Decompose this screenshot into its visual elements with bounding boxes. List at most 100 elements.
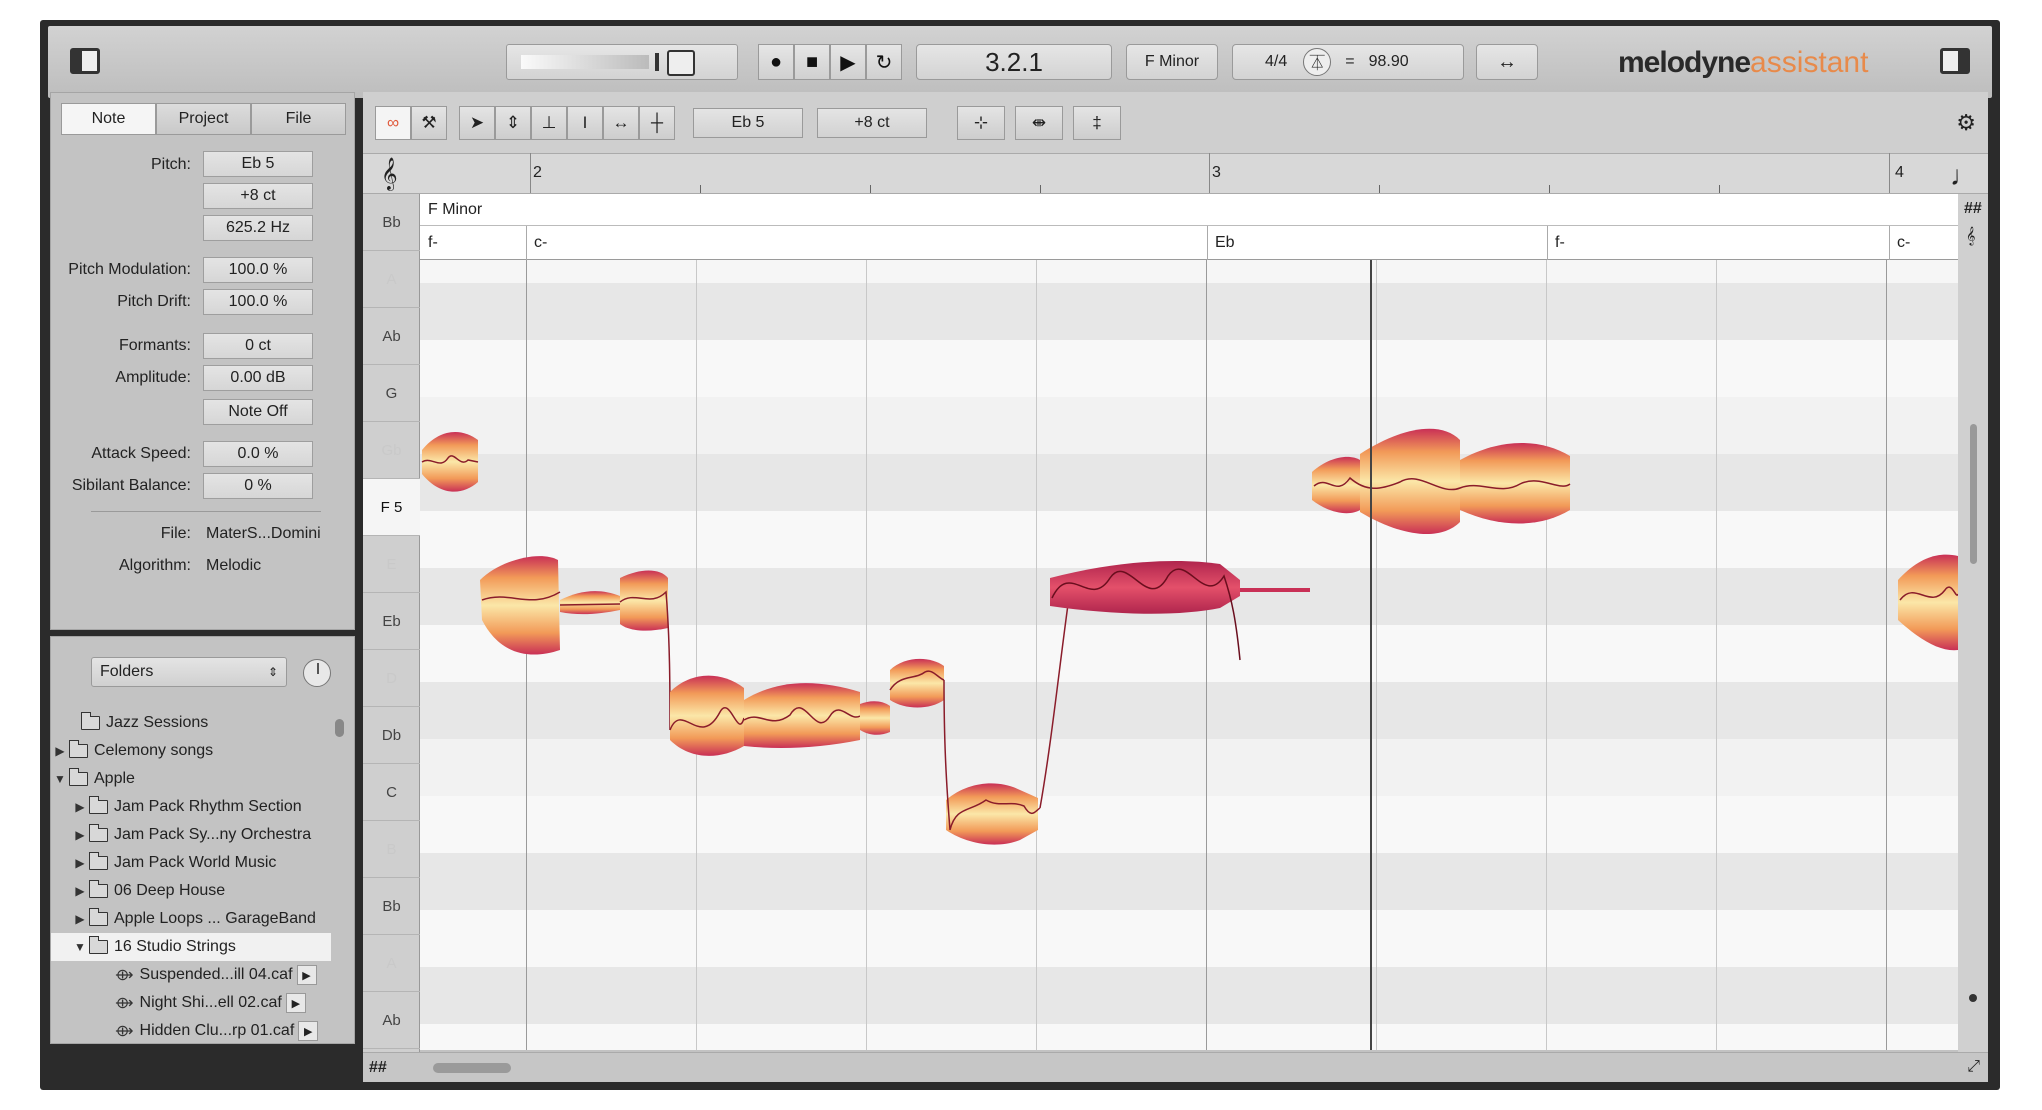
pitch-drift-field[interactable]: 100.0 % [203,289,313,315]
expand-triangle-icon[interactable]: ▶ [53,744,67,758]
chord-label[interactable]: c- [1897,234,1910,252]
key-track[interactable]: F Minor [420,194,1958,226]
playhead[interactable] [1370,260,1372,1050]
formant-tool-icon[interactable]: ⊥ [531,106,567,140]
expand-triangle-icon[interactable]: ▶ [73,912,87,926]
tab-note[interactable]: Note [61,103,156,135]
note-blob[interactable] [669,658,945,756]
note-blob[interactable] [1312,428,1571,535]
note-blob[interactable] [1898,554,1958,651]
treble-clef-icon[interactable]: 𝄞 [381,158,398,191]
collapse-triangle-icon[interactable]: ▼ [73,940,87,954]
scale-snap-icon[interactable]: ## [1964,200,1982,218]
tree-folder[interactable]: ▶ Jam Pack World Music [51,849,331,877]
tree-folder[interactable]: ▶ Celemony songs [51,737,331,765]
folders-select-value: Folders [100,663,154,680]
preview-play-icon[interactable]: ▶ [296,965,317,985]
pitch-ruler[interactable]: Bb A Ab G Gb F 5 E Eb D Db C B Bb A Ab [363,194,420,1052]
tree-folder[interactable]: ▶ 06 Deep House [51,877,331,905]
note-grid[interactable] [420,260,1958,1050]
formants-field[interactable]: 0 ct [203,333,313,359]
record-button[interactable]: ● [758,44,794,80]
grid-snap-icon[interactable]: ## [369,1059,387,1077]
tree-folder[interactable]: Jazz Sessions [51,709,331,737]
note-blob-selected[interactable] [1050,560,1310,661]
leveling-icon[interactable]: ‡ [1073,106,1121,140]
pitch-hz-field[interactable]: 625.2 Hz [203,215,313,241]
folder-icon [88,880,108,898]
tree-folder-selected[interactable]: ▼ 16 Studio Strings [51,933,331,961]
vertical-scrollbar[interactable] [1970,424,1977,564]
timeline-ruler[interactable]: 𝄞 2 3 4 ♩ [363,153,1988,194]
tree-folder[interactable]: ▶ Jam Pack Sy...ny Orchestra [51,821,331,849]
pitch-cents-field[interactable]: +8 ct [203,183,313,209]
tree-folder[interactable]: ▼ Apple [51,765,331,793]
volume-knob-icon[interactable] [303,659,331,687]
metronome-icon[interactable]: ⏄ [1303,48,1332,76]
main-tool-icon[interactable]: ∞ [375,106,411,140]
attack-speed-field[interactable]: 0.0 % [203,441,313,467]
separation-tool-icon[interactable]: ┼ [639,106,675,140]
pitch-tool-icon[interactable]: ⇕ [495,106,531,140]
chord-label[interactable]: f- [1555,234,1565,252]
left-panel-toggle-icon[interactable] [70,48,100,74]
preview-play-icon[interactable]: ▶ [285,993,306,1013]
zoom-handle[interactable] [1969,994,1977,1002]
tree-file[interactable]: ⟴ Suspended...ill 04.caf ▶ [51,961,331,989]
expand-triangle-icon[interactable]: ▶ [73,884,87,898]
settings-gear-icon[interactable]: ⚙ [1956,110,1976,136]
note-blob[interactable] [943,589,1071,845]
volume-slider-handle[interactable] [655,53,659,71]
note-pitch-field[interactable]: Eb 5 [693,108,803,138]
preview-play-icon[interactable]: ▶ [298,1021,319,1041]
tuning-icon[interactable]: 𝄞 [1966,228,1975,246]
chord-label[interactable]: f- [428,234,438,252]
tree-label: Night Shi...ell 02.caf [139,994,282,1011]
tree-file[interactable]: ⟴ Night Shi...ell 02.caf ▶ [51,989,331,1017]
expand-triangle-icon[interactable]: ▶ [73,828,87,842]
note-off-button[interactable]: Note Off [203,399,313,425]
loop-button[interactable]: ↻ [866,44,902,80]
amplitude-field[interactable]: 0.00 dB [203,365,313,391]
folders-select[interactable]: Folders ⇕ [91,657,287,687]
right-panel-toggle-icon[interactable] [1940,48,1970,74]
position-display[interactable]: 3.2.1 [916,44,1112,80]
horizontal-scroll-bar: ## ⤢ [363,1052,1988,1082]
monitor-icon[interactable] [667,50,695,76]
horizontal-scrollbar-thumb[interactable] [433,1063,511,1073]
play-button[interactable]: ▶ [830,44,866,80]
tempo-detect-icon[interactable]: ↔ [1476,44,1538,80]
fit-view-icon[interactable]: ⤢ [1967,1058,1980,1076]
tab-project[interactable]: Project [156,103,251,135]
note-value-icon[interactable]: ♩ [1950,160,1978,192]
sibilant-balance-field[interactable]: 0 % [203,473,313,499]
macro-tool-icon[interactable]: ⚒ [411,106,447,140]
tree-folder[interactable]: ▶ Jam Pack Rhythm Section [51,793,331,821]
transport: ● ■ ▶ ↻ [758,44,902,80]
expand-triangle-icon[interactable]: ▶ [73,856,87,870]
tree-folder[interactable]: ▶ Apple Loops ... GarageBand [51,905,331,933]
pitch-modulation-field[interactable]: 100.0 % [203,257,313,283]
chord-track[interactable]: f- c- Eb f- c- [420,226,1958,260]
time-tool-icon[interactable]: ↔ [603,106,639,140]
chord-label[interactable]: c- [534,234,547,252]
volume-slider[interactable] [506,44,738,80]
amplitude-tool-icon[interactable]: Ι [567,106,603,140]
expand-triangle-icon[interactable]: ▶ [73,800,87,814]
tempo-display[interactable]: 4/4 ⏄ = 98.90 [1232,44,1464,80]
note-blob[interactable] [480,556,671,731]
tree-label: Suspended...ill 04.caf [139,966,293,983]
pointer-tool-icon[interactable]: ➤ [459,106,495,140]
note-cents-field[interactable]: +8 ct [817,108,927,138]
stop-button[interactable]: ■ [794,44,830,80]
note-blob[interactable] [421,431,479,492]
pitch-note-field[interactable]: Eb 5 [203,151,313,177]
tree-file[interactable]: ⟴ Hidden Clu...rp 01.caf ▶ [51,1017,331,1043]
key-display[interactable]: F Minor [1126,44,1218,80]
chord-label[interactable]: Eb [1215,234,1235,252]
correct-pitch-icon[interactable]: ⊹ [957,106,1005,140]
quantize-time-icon[interactable]: ⇼ [1015,106,1063,140]
browser-scrollbar[interactable] [335,719,344,737]
collapse-triangle-icon[interactable]: ▼ [53,772,67,786]
tab-file[interactable]: File [251,103,346,135]
